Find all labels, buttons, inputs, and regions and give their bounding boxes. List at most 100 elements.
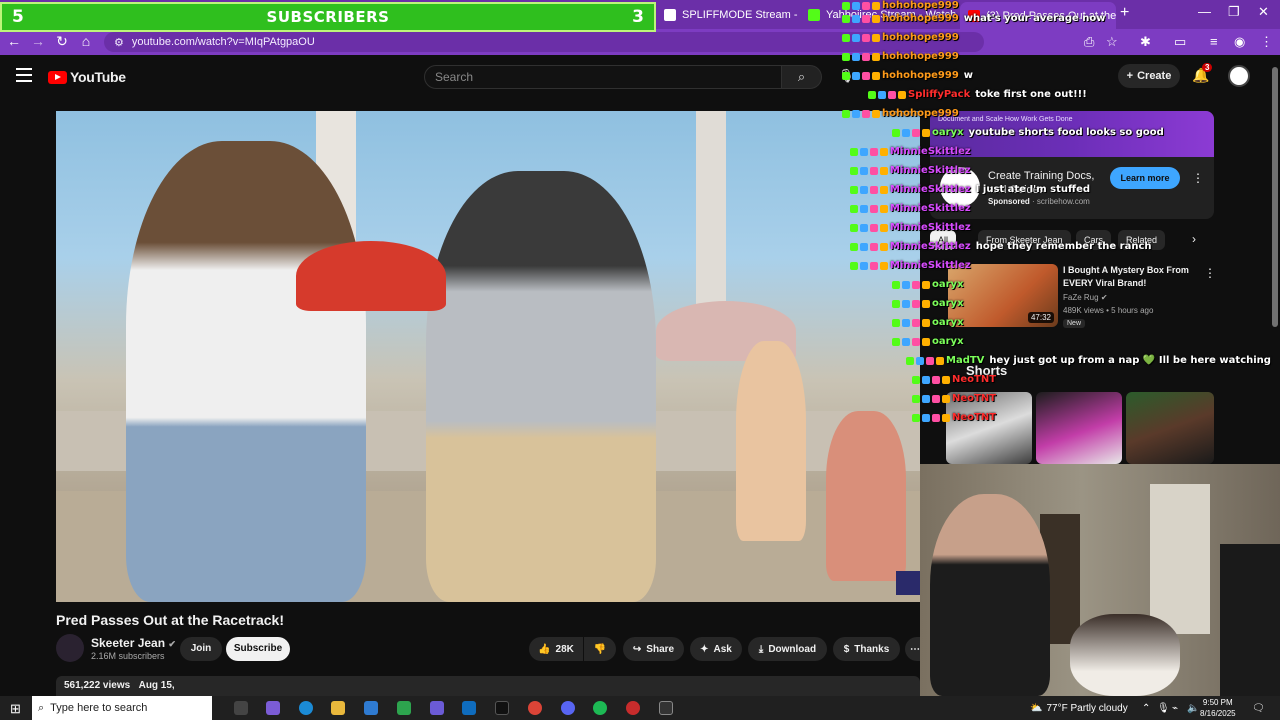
chat-badge-icon [850, 242, 858, 251]
clock-date: 8/16/2025 [1200, 709, 1236, 718]
chat-username: MinnieSkittlez [890, 184, 971, 195]
chat-badge-icon [936, 356, 944, 365]
chat-badge-icon [912, 318, 920, 327]
chat-badge-icon [932, 375, 940, 384]
ask-button[interactable]: ✦ Ask [690, 637, 742, 661]
mic-icon[interactable]: 🎙 [1157, 696, 1170, 720]
hamburger-menu-icon[interactable] [16, 68, 32, 82]
chat-username: NeoTNT [952, 393, 997, 404]
chat-badge-icon [916, 356, 924, 365]
description-box[interactable]: 561,222 views Aug 15, [56, 676, 920, 696]
search-button[interactable]: ⌕ [782, 65, 822, 89]
like-button[interactable]: 👍 28K [529, 637, 583, 661]
network-icon[interactable]: ⌁ [1172, 696, 1178, 720]
chat-badge-icon [880, 166, 888, 175]
chat-badge-icon [926, 356, 934, 365]
chat-badge-icon [872, 14, 880, 23]
site-info-icon[interactable]: ⚙ [114, 36, 124, 49]
chat-badge-icon [922, 337, 930, 346]
channel-avatar[interactable] [56, 634, 84, 662]
chat-badge-icon [862, 1, 870, 10]
app-icon[interactable] [430, 701, 444, 715]
chat-badge-icon [870, 223, 878, 232]
chat-badge-icon [922, 413, 930, 422]
profile-icon[interactable]: ◉ [1234, 34, 1245, 50]
restore-icon[interactable]: ❐ [1228, 4, 1240, 20]
weather-text: 77°F Partly cloudy [1046, 702, 1128, 714]
subscribe-button[interactable]: Subscribe [226, 637, 290, 661]
dislike-button[interactable]: 👎 [584, 637, 616, 661]
close-window-icon[interactable]: ✕ [1258, 4, 1269, 20]
youtube-logo[interactable]: YouTube [48, 69, 126, 85]
store-icon[interactable] [364, 701, 378, 715]
file-explorer-icon[interactable] [331, 701, 345, 715]
taskbar-search[interactable]: ⌕ Type here to search [32, 696, 212, 720]
search-input[interactable]: Search [424, 65, 782, 89]
chat-badge-icon [860, 185, 868, 194]
xbox-icon[interactable] [397, 701, 411, 715]
streamer [930, 494, 1050, 696]
discord-icon[interactable] [561, 701, 575, 715]
back-icon[interactable]: ← [4, 33, 24, 49]
chat-badge-icon [872, 52, 880, 61]
weather-widget[interactable]: ⛅ 77°F Partly cloudy [1030, 696, 1128, 720]
chat-message: hohohope999 w [842, 70, 973, 81]
chat-message: hohohope999 what's your average now [842, 13, 1105, 24]
download-icon: ⤓ [758, 643, 764, 655]
chat-badge-icon [932, 413, 940, 422]
video-title: Pred Passes Out at the Racetrack! [56, 612, 284, 628]
channel-name[interactable]: Skeeter Jean ✔ [91, 636, 176, 650]
clock[interactable]: 9:50 PM 8/16/2025 [1200, 697, 1236, 719]
home-icon[interactable]: ⌂ [76, 33, 96, 49]
chair [1220, 544, 1280, 696]
tiktok-icon[interactable] [495, 701, 509, 715]
app-icon[interactable] [626, 701, 640, 715]
chat-badge-icon [850, 204, 858, 213]
account-avatar[interactable] [1228, 65, 1250, 87]
clock-time: 9:50 PM [1202, 698, 1233, 707]
chat-badge-icon [880, 242, 888, 251]
chat-badge-icon [922, 318, 930, 327]
chat-message: MinnieSkittlez hope they remember the ran… [850, 241, 1152, 252]
edge-icon[interactable] [299, 701, 313, 715]
tab-spliffmode[interactable]: SPLIFFMODE Stream - Watch Li ✕ [656, 4, 798, 26]
chat-username: NeoTNT [952, 374, 997, 385]
join-button[interactable]: Join [180, 637, 222, 661]
thanks-button[interactable]: $ Thanks [833, 637, 900, 661]
chat-text: w [963, 70, 974, 81]
outlook-icon[interactable] [462, 701, 476, 715]
scrollbar-thumb[interactable] [1272, 67, 1278, 327]
volume-icon[interactable]: 🔈 [1187, 696, 1199, 720]
share-label: Share [646, 643, 675, 655]
chat-message: MadTV hey just got up from a nap 💚 Ill be… [906, 355, 1271, 366]
forward-icon[interactable]: → [28, 33, 48, 49]
tray-overflow-icon[interactable]: ⌃ [1142, 696, 1150, 720]
video-player[interactable] [56, 111, 920, 602]
windows-start-icon[interactable]: ⊞ [10, 701, 21, 717]
more-icon[interactable]: ⋮ [1260, 34, 1273, 50]
chat-badge-icon [880, 204, 888, 213]
chat-message: MinnieSkittlez [850, 146, 976, 157]
chat-badge-icon [912, 337, 920, 346]
download-button[interactable]: ⤓ Download [748, 637, 827, 661]
chat-username: oaryx [932, 279, 964, 290]
chat-text: toke first one out!!! [975, 89, 1087, 100]
chat-badge-icon [860, 223, 868, 232]
obs-icon[interactable] [659, 701, 673, 715]
more-icon: ⋯ [910, 643, 920, 655]
chat-badge-icon [898, 90, 906, 99]
chat-username: hohohope999 [882, 51, 959, 62]
spotify-icon[interactable] [593, 701, 607, 715]
copilot-icon[interactable] [266, 701, 280, 715]
grandstand-pillar [696, 111, 726, 311]
notification-center-icon[interactable]: 🗨 [1252, 696, 1265, 720]
chrome-icon[interactable] [528, 701, 542, 715]
chat-badge-icon [912, 375, 920, 384]
chat-message: hohohope999 [842, 108, 964, 119]
chat-badge-icon [850, 147, 858, 156]
task-view-icon[interactable] [234, 701, 248, 715]
share-button[interactable]: ↪ Share [623, 637, 684, 661]
chat-badge-icon [852, 1, 860, 10]
reload-icon[interactable]: ↻ [52, 33, 72, 50]
chat-badge-icon [850, 223, 858, 232]
